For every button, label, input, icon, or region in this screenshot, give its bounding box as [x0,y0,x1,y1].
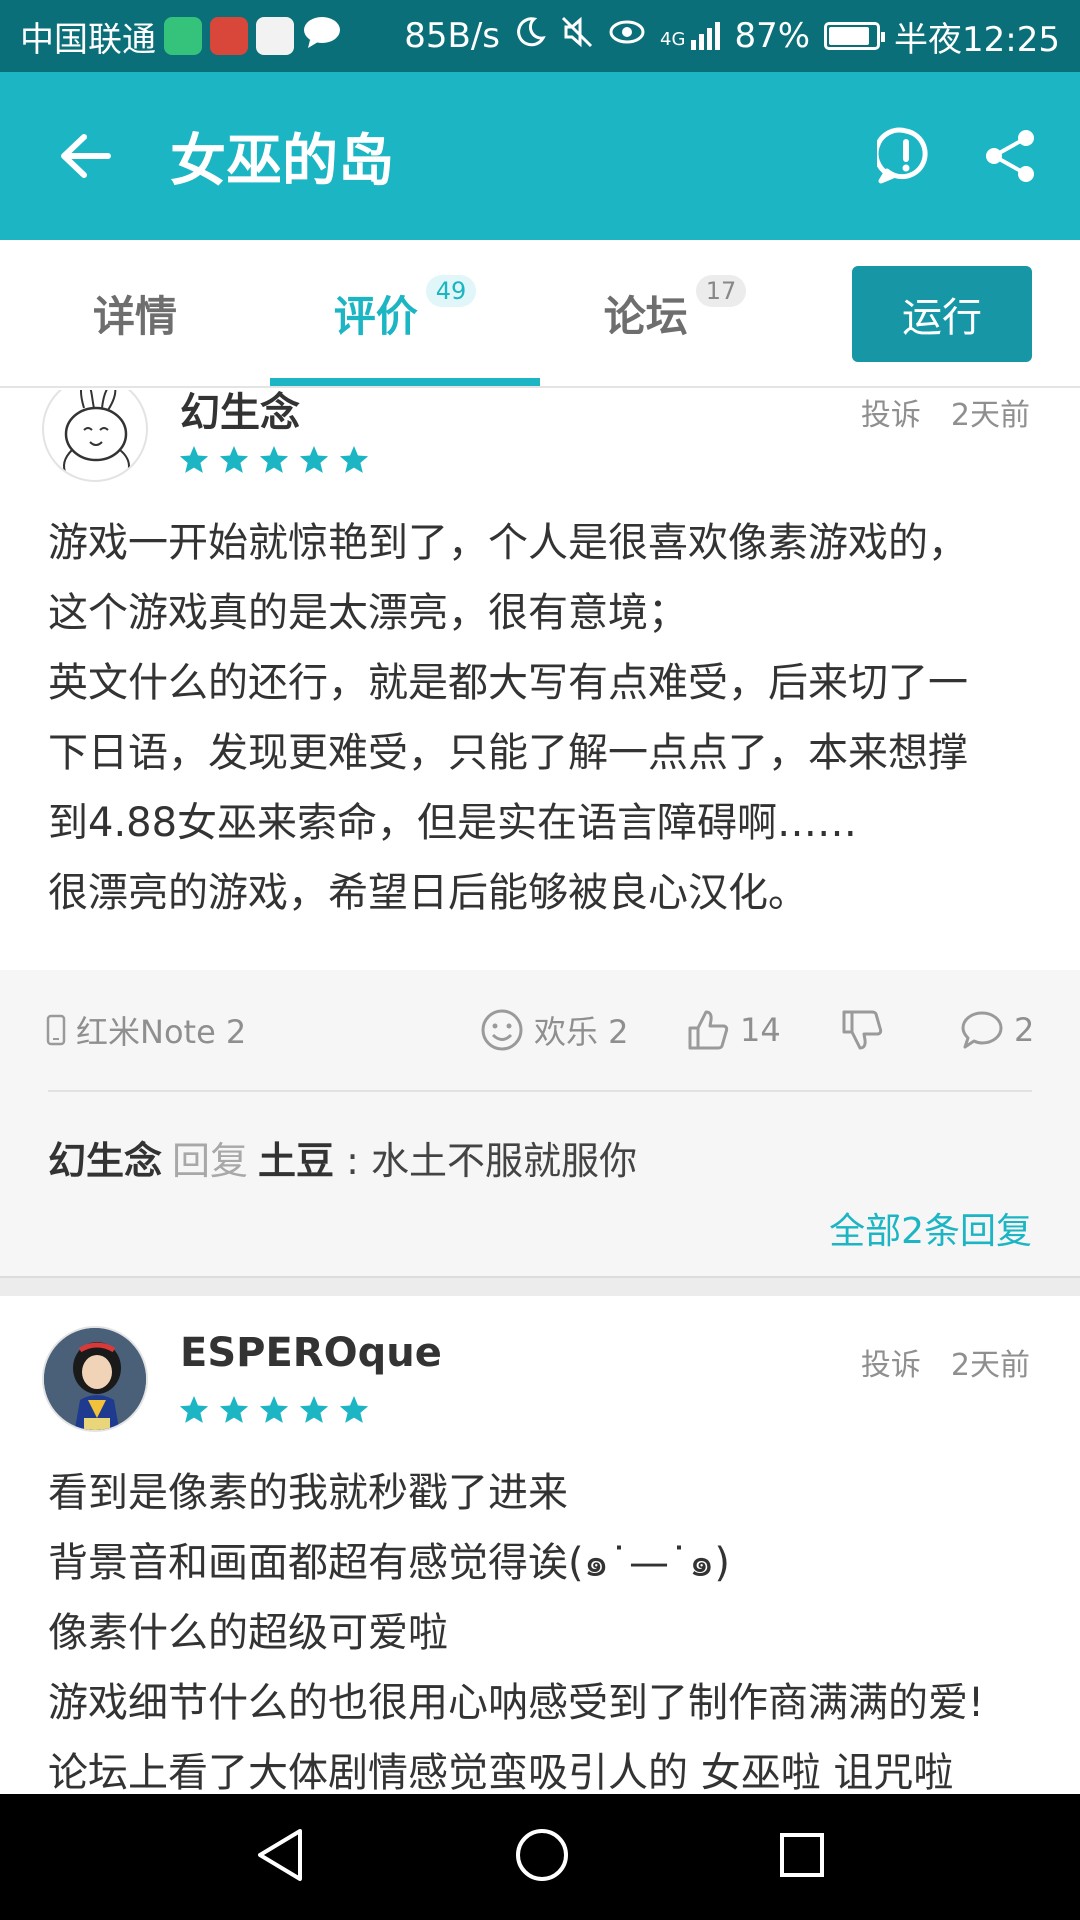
network-speed: 85B/s [404,16,501,56]
footer-divider [48,1090,1032,1092]
review-card: 幻生念 投诉 2天前 游戏一开始就惊艳到了，个人是很喜欢像素游戏的， 这个游戏真… [0,390,1080,980]
star-icon [219,1396,249,1423]
back-button[interactable] [0,72,170,240]
reply-separator: : [346,1139,359,1183]
star-icon [299,446,329,473]
share-icon [986,130,1034,182]
tab-label: 详情 [92,291,177,341]
mute-icon [560,15,594,58]
reply-verb: 回复 [172,1139,249,1183]
tab-indicator [270,378,540,386]
review-list[interactable]: 幻生念 投诉 2天前 游戏一开始就惊艳到了，个人是很喜欢像素游戏的， 这个游戏真… [0,390,1080,1794]
avatar[interactable] [42,390,148,482]
rating-stars [178,1394,370,1426]
star-icon [299,1396,329,1423]
star-icon [339,446,369,473]
tab-forum[interactable]: 论坛 17 [560,240,790,386]
share-button[interactable] [978,124,1042,188]
review-time: 2天前 [950,1348,1030,1383]
nav-home-button[interactable] [514,1827,570,1887]
page-title: 女巫的岛 [170,128,394,194]
review-footer: 红米Note 2 欢乐 2 14 2 幻生念 回复 土豆: 水土不服就服你 全… [0,970,1080,1276]
star-icon [179,446,209,473]
moon-icon [514,16,546,57]
reply-preview[interactable]: 幻生念 回复 土豆 : 水土不服就服你 [48,1130,637,1185]
run-button[interactable]: 运行 [852,266,1032,362]
carrier-label: 中国联通 [20,19,156,60]
clock: 半夜12:25 [894,19,1060,60]
star-icon [339,1396,369,1423]
star-icon [219,446,249,473]
star-icon [179,1396,209,1423]
tab-reviews[interactable]: 评价 49 [270,240,540,386]
thumbs-up-icon [688,1010,729,1050]
reply-target[interactable]: 土豆 [258,1139,334,1183]
battery-percent: 87% [734,16,811,56]
like-button[interactable]: 14 [686,1000,781,1060]
review-username[interactable]: ESPEROque [180,1330,442,1376]
signal-icon: 4G [660,22,721,50]
circle-home-icon [516,1829,568,1881]
star-icon [259,1396,289,1423]
thumbs-down-icon [842,1010,883,1050]
like-count: 14 [740,1011,781,1049]
review-username[interactable]: 幻生念 [180,390,300,438]
review-text: 看到是像素的我就秒戳了进来 背景音和画面都超有感觉得诶(๑˙—˙๑) 像素什么的… [48,1470,985,1794]
report-link[interactable]: 投诉 [861,390,921,434]
review-separator [0,1276,1080,1296]
battery-icon [824,22,886,50]
review-text: 游戏一开始就惊艳到了，个人是很喜欢像素游戏的， 这个游戏真的是太漂亮，很有意境；… [48,520,968,916]
reply-author[interactable]: 幻生念 [48,1139,162,1183]
reply-text: 水土不服就服你 [371,1139,638,1183]
tab-bar: 详情 评价 49 论坛 17 运行 [0,240,1080,388]
app-bar: 女巫的岛 [0,72,1080,240]
tab-badge: 49 [425,275,477,307]
smiley-icon [481,1009,523,1051]
network-type-label: 4G [660,29,686,50]
reaction-label: 欢乐 2 [534,1013,629,1051]
eye-icon [608,16,646,56]
avatar[interactable] [42,1326,148,1432]
weibo-app-icon [256,17,294,55]
message-app-icon [302,14,342,59]
back-arrow-icon [61,134,111,178]
tab-details[interactable]: 详情 [40,240,230,386]
star-icon [259,446,289,473]
report-button[interactable] [874,124,938,188]
review-time: 2天前 [950,398,1030,433]
nav-recents-button[interactable] [778,1831,826,1883]
rating-stars [178,444,370,476]
dislike-button[interactable] [840,1000,884,1060]
report-icon [877,127,928,184]
status-bar: 中国联通 85B/s 4G 87% 半夜12:25 [0,0,1080,72]
all-replies-link[interactable]: 全部2条回复 [829,1202,1032,1254]
huawei-app-icon [210,17,248,55]
comment-icon [961,1011,1003,1049]
device-info: 红米Note 2 [46,1000,246,1060]
tab-label: 论坛 [603,291,688,341]
phone-icon [46,1014,66,1046]
comment-count: 2 [1014,1011,1035,1049]
report-link[interactable]: 投诉 [861,1340,921,1384]
square-recents-icon [780,1833,824,1877]
review-card: ESPEROque 投诉 2天前 看到是像素的我就秒戳了进来 背景音和画面都超有… [0,1296,1080,1794]
system-nav-bar [0,1794,1080,1920]
nav-back-button[interactable] [254,1827,306,1887]
tab-badge: 17 [695,275,747,307]
triangle-back-icon [258,1829,302,1881]
device-label: 红米Note 2 [76,1013,247,1051]
comment-button[interactable]: 2 [960,1000,1034,1060]
funny-button[interactable]: 欢乐 2 [480,1000,629,1060]
taptap-app-icon [164,17,202,55]
tab-label: 评价 [333,291,418,341]
